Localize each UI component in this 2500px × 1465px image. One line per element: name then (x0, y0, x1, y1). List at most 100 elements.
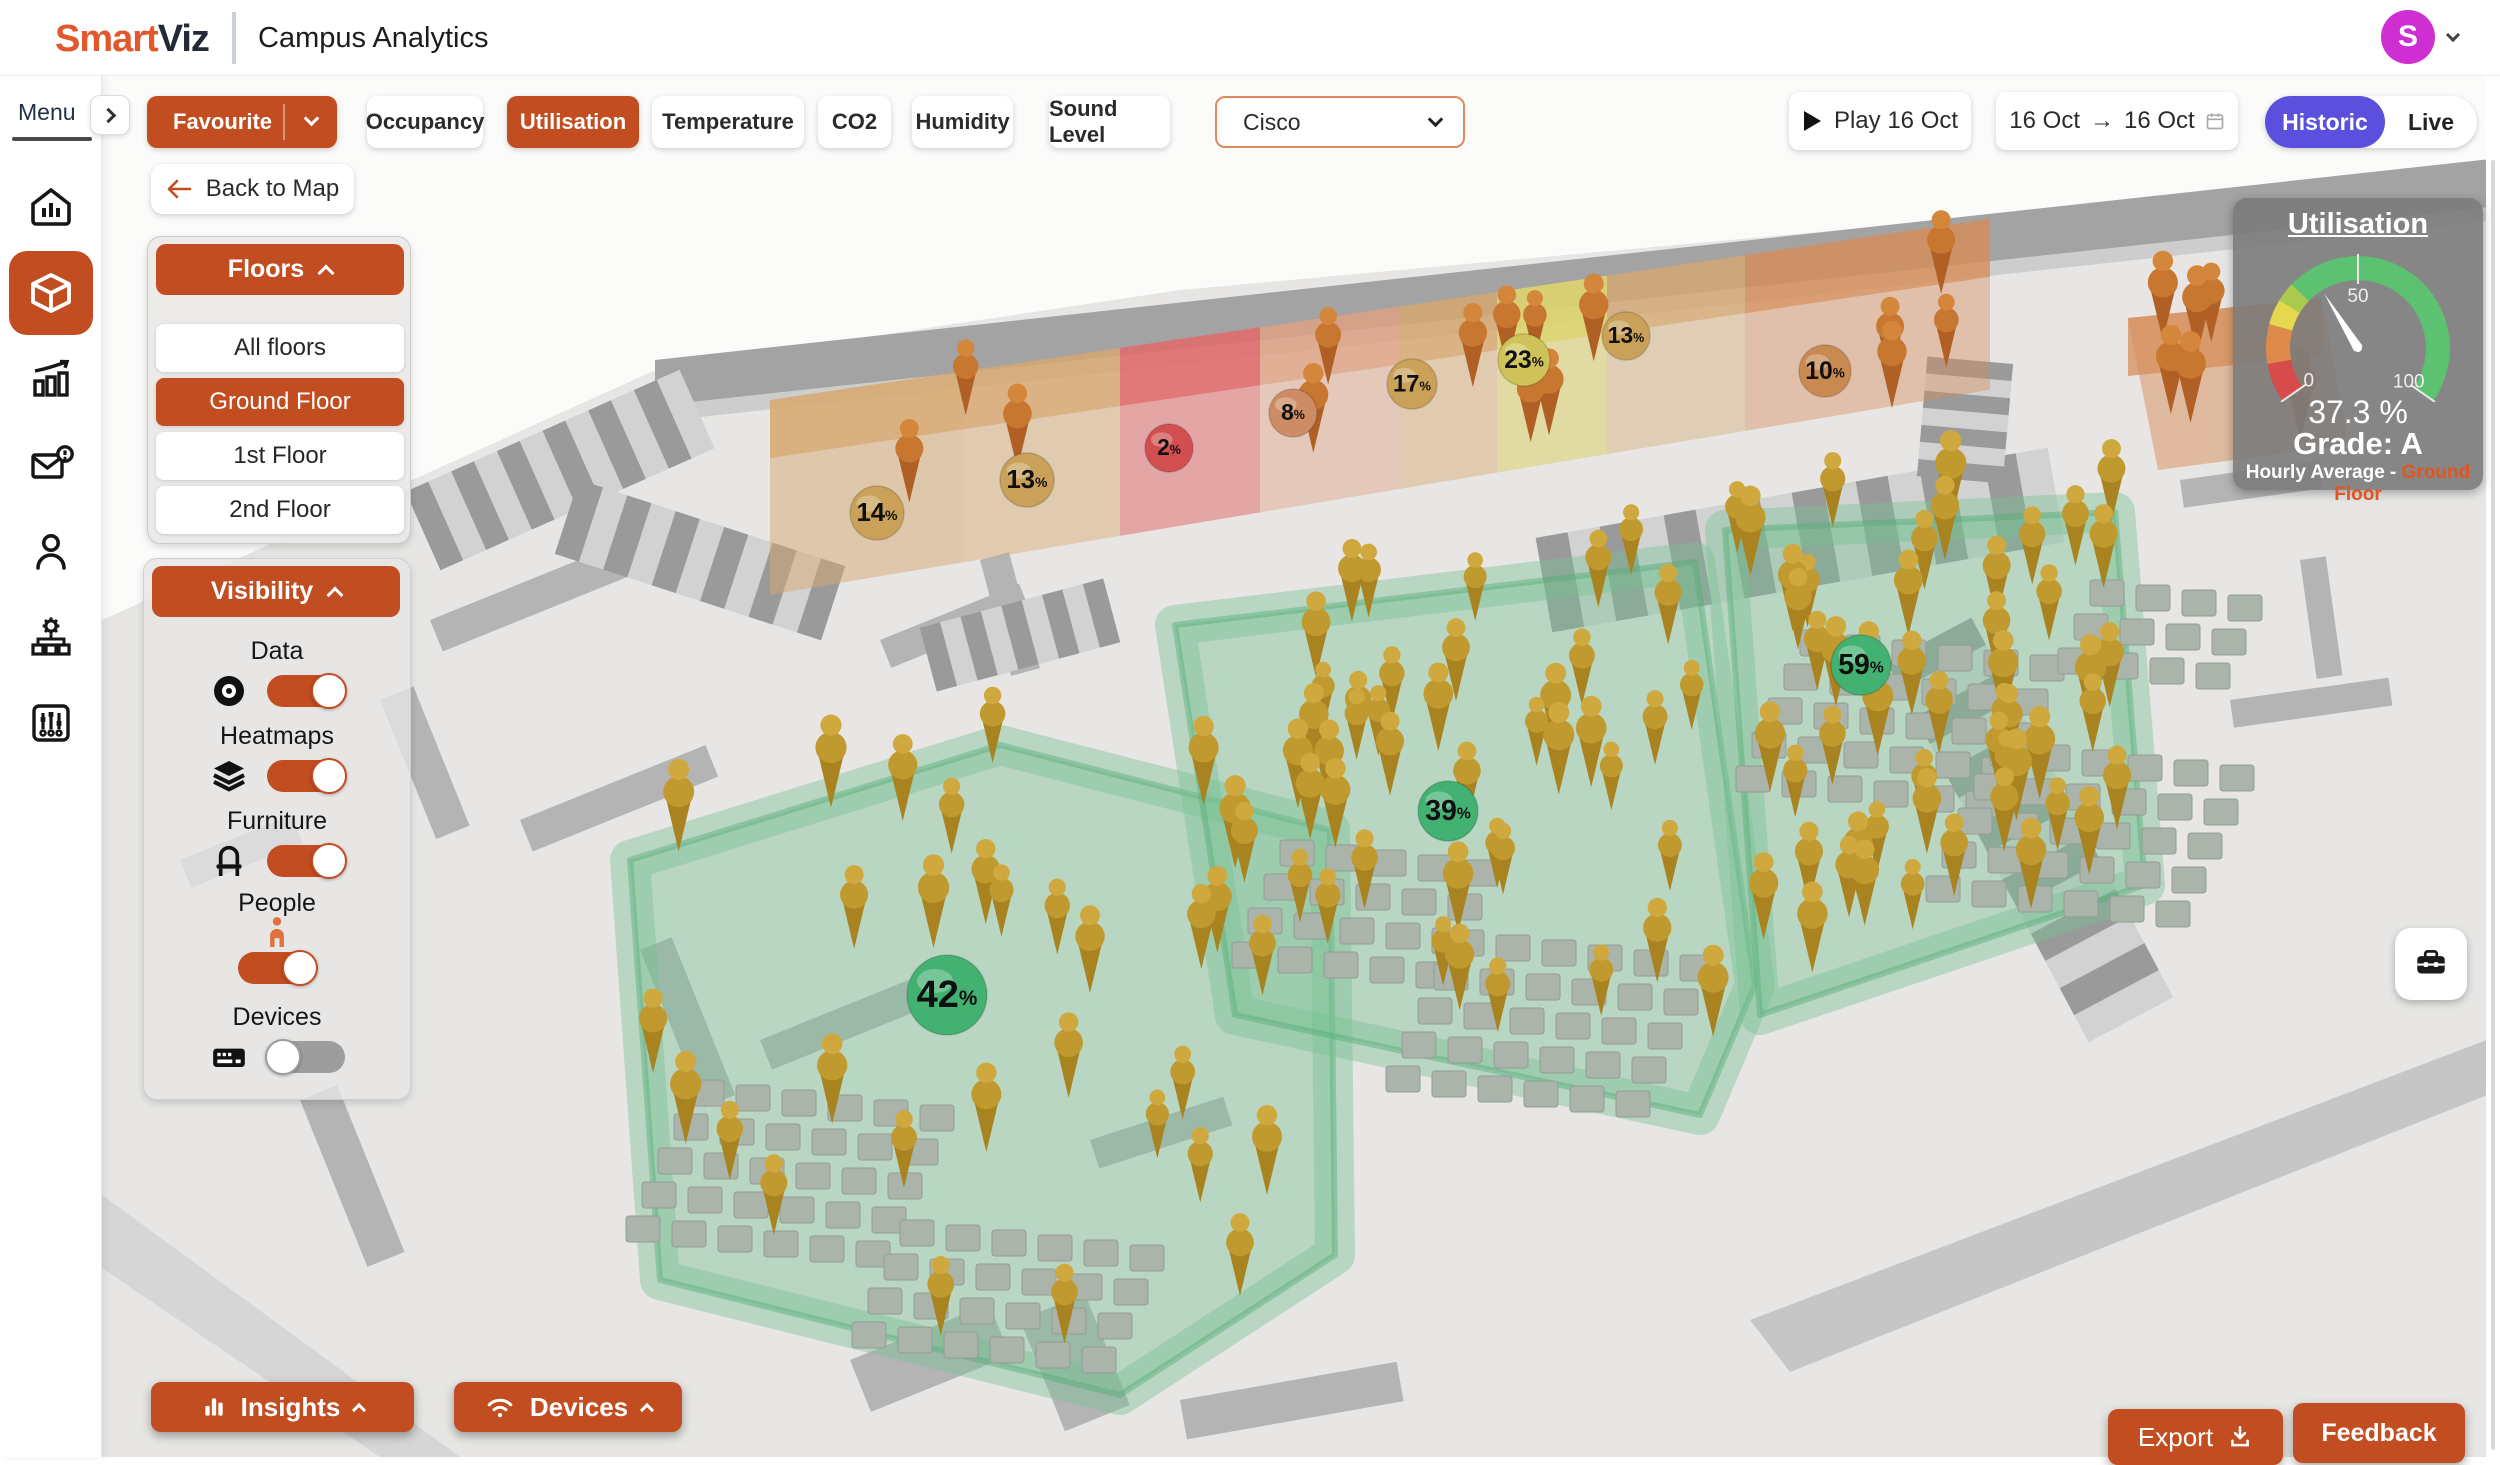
insights-button[interactable]: Insights (151, 1382, 414, 1432)
user-avatar[interactable]: S (2381, 10, 2435, 64)
range-arrow-icon: → (2090, 107, 2114, 135)
furniture-label: Furniture (144, 807, 410, 836)
tab-utilisation[interactable]: Utilisation (507, 96, 639, 148)
map-marker[interactable]: 2% (1145, 424, 1193, 472)
logo-divider (232, 12, 236, 64)
building-select-value: Cisco (1243, 109, 1301, 136)
map-marker[interactable]: 59% (1831, 635, 1891, 695)
person-icon (262, 915, 292, 949)
sidebar-expand-button[interactable] (90, 95, 130, 135)
favourite-label: Favourite (173, 109, 272, 135)
workflow-settings-icon (27, 613, 75, 661)
map-marker[interactable]: 13% (1000, 453, 1054, 507)
calendar-icon (2205, 111, 2225, 131)
download-icon (2227, 1424, 2253, 1450)
sidebar-item-controls[interactable] (9, 681, 93, 765)
heatmaps-toggle[interactable] (267, 760, 345, 792)
mode-historic[interactable]: Historic (2265, 96, 2385, 148)
map-marker[interactable]: 8% (1269, 389, 1317, 437)
play-button[interactable]: Play 16 Oct (1789, 92, 1971, 150)
map-marker[interactable]: 13% (1602, 312, 1650, 360)
collapse-chevron-up-icon (318, 264, 335, 281)
home-analytics-icon (27, 183, 75, 231)
svg-text:50: 50 (2347, 286, 2368, 307)
map-marker[interactable]: 23% (1498, 334, 1550, 386)
gauge-caption: Hourly Average - Ground Floor (2233, 462, 2483, 506)
tab-temperature[interactable]: Temperature (652, 96, 804, 148)
sidebar-item-people[interactable] (9, 509, 93, 593)
bar-chart-growth-icon (27, 355, 75, 403)
record-icon (209, 671, 249, 711)
menu-label: Menu (18, 99, 76, 126)
people-label: People (144, 889, 410, 918)
mode-live[interactable]: Live (2385, 96, 2477, 148)
tab-humidity[interactable]: Humidity (912, 96, 1013, 148)
devices-toggle[interactable] (267, 1041, 345, 1073)
date-to: 16 Oct (2124, 107, 2195, 135)
furniture-icon (209, 841, 249, 881)
avatar-chevron-down-icon[interactable] (2446, 28, 2460, 42)
devices-icon (209, 1037, 249, 1077)
page-title: Campus Analytics (258, 22, 489, 55)
sidebar-item-messages[interactable] (9, 423, 93, 507)
furniture-toggle[interactable] (267, 845, 345, 877)
favourite-chevron-down-icon[interactable] (304, 111, 320, 127)
data-label: Data (144, 637, 410, 666)
favourite-divider (283, 104, 285, 140)
visibility-panel: Visibility Data Heatmaps Furniture Peopl… (143, 558, 411, 1100)
devices-label: Devices (144, 1003, 410, 1032)
map-marker[interactable]: 42% (907, 955, 987, 1035)
tab-co2[interactable]: CO2 (818, 96, 891, 148)
smartviz-logo: SmartViz (55, 18, 209, 61)
tab-sound-level[interactable]: Sound Level (1049, 96, 1170, 148)
back-to-map-button[interactable]: Back to Map (151, 164, 354, 214)
floor-option-2nd[interactable]: 2nd Floor (156, 486, 404, 534)
gauge-title: Utilisation (2233, 208, 2483, 241)
visibility-panel-header[interactable]: Visibility (152, 566, 400, 617)
floors-panel: Floors All floors Ground Floor 1st Floor… (147, 236, 411, 544)
insights-bar-chart-icon (201, 1394, 227, 1420)
sidebar-item-home[interactable] (9, 165, 93, 249)
building-select[interactable]: Cisco (1215, 96, 1465, 148)
data-toggle[interactable] (267, 675, 345, 707)
people-toggle[interactable] (238, 952, 316, 984)
chevron-up-icon (640, 1402, 654, 1416)
toolbox-icon (2412, 945, 2450, 983)
floor-option-1st[interactable]: 1st Floor (156, 432, 404, 480)
left-nav-sidebar: Menu (0, 75, 102, 1457)
utilisation-gauge-panel: Utilisation 0 50 100 37.3 % Grade: A Hou… (2233, 198, 2483, 490)
equalizer-icon (27, 699, 75, 747)
historic-live-toggle[interactable]: Historic Live (2265, 96, 2477, 148)
layers-icon (209, 756, 249, 796)
map-marker[interactable]: 14% (850, 486, 904, 540)
chevron-up-icon (352, 1402, 366, 1416)
floor-option-ground[interactable]: Ground Floor (156, 378, 404, 426)
sidebar-item-integrations[interactable] (9, 595, 93, 679)
cube-3d-icon (27, 269, 75, 317)
floor-option-all[interactable]: All floors (156, 324, 404, 372)
devices-button[interactable]: Devices (454, 1382, 682, 1432)
mail-alert-icon (27, 441, 75, 489)
user-icon (27, 527, 75, 575)
svg-text:0: 0 (2304, 370, 2315, 391)
utilisation-gauge: 0 50 100 (2233, 242, 2483, 402)
toolbox-button[interactable] (2395, 928, 2467, 1000)
back-arrow-icon (166, 178, 192, 200)
map-marker[interactable]: 39% (1418, 781, 1478, 841)
vertical-scrollbar[interactable] (2491, 160, 2495, 1450)
sidebar-divider (12, 137, 92, 141)
tab-occupancy[interactable]: Occupancy (367, 96, 483, 148)
favourite-button[interactable]: Favourite (147, 96, 337, 148)
floors-panel-header[interactable]: Floors (156, 244, 404, 295)
gauge-grade: Grade: A (2233, 426, 2483, 462)
map-marker[interactable]: 17% (1387, 359, 1437, 409)
sidebar-item-analytics[interactable] (9, 337, 93, 421)
date-from: 16 Oct (2009, 107, 2080, 135)
map-marker[interactable]: 10% (1799, 345, 1851, 397)
feedback-button[interactable]: Feedback (2293, 1403, 2465, 1463)
top-bar: SmartViz Campus Analytics S (0, 0, 2500, 75)
date-range-picker[interactable]: 16 Oct → 16 Oct (1996, 92, 2238, 150)
wifi-icon (484, 1394, 516, 1420)
collapse-chevron-up-icon (327, 586, 344, 603)
sidebar-item-3d-view[interactable] (9, 251, 93, 335)
